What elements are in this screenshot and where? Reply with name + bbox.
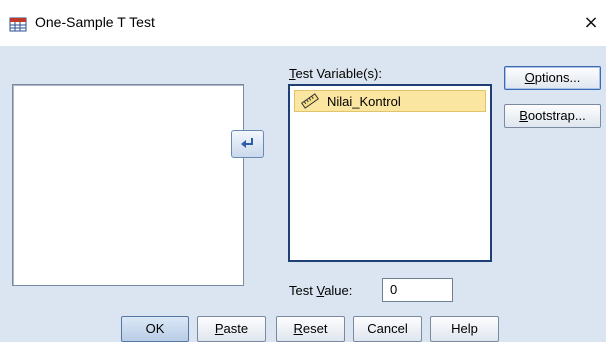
source-variable-list[interactable] — [12, 84, 244, 286]
ruler-scale-icon — [301, 93, 319, 109]
arrow-left-icon — [241, 138, 253, 148]
options-button[interactable]: Options... — [504, 66, 601, 90]
dialog-body: Test Variable(s): Nilai_Kontrol Options.… — [0, 46, 606, 342]
test-variables-label: Test Variable(s): — [289, 66, 382, 81]
paste-button[interactable]: Paste — [197, 316, 266, 342]
window-title: One-Sample T Test — [35, 14, 155, 30]
spss-table-icon — [9, 17, 27, 32]
ok-button[interactable]: OK — [121, 316, 189, 342]
move-variable-button[interactable] — [231, 130, 264, 158]
reset-button[interactable]: Reset — [276, 316, 345, 342]
variable-label: Nilai_Kontrol — [327, 94, 401, 109]
test-variables-list[interactable]: Nilai_Kontrol — [288, 84, 492, 262]
list-item[interactable]: Nilai_Kontrol — [294, 90, 486, 112]
cancel-button[interactable]: Cancel — [353, 316, 422, 342]
test-value-label: Test Value: — [289, 283, 353, 298]
title-bar: One-Sample T Test × — [0, 0, 606, 46]
test-value-field[interactable]: 0 — [382, 278, 453, 302]
help-button[interactable]: Help — [430, 316, 499, 342]
close-button[interactable]: × — [576, 8, 606, 38]
bootstrap-button[interactable]: Bootstrap... — [504, 104, 601, 128]
